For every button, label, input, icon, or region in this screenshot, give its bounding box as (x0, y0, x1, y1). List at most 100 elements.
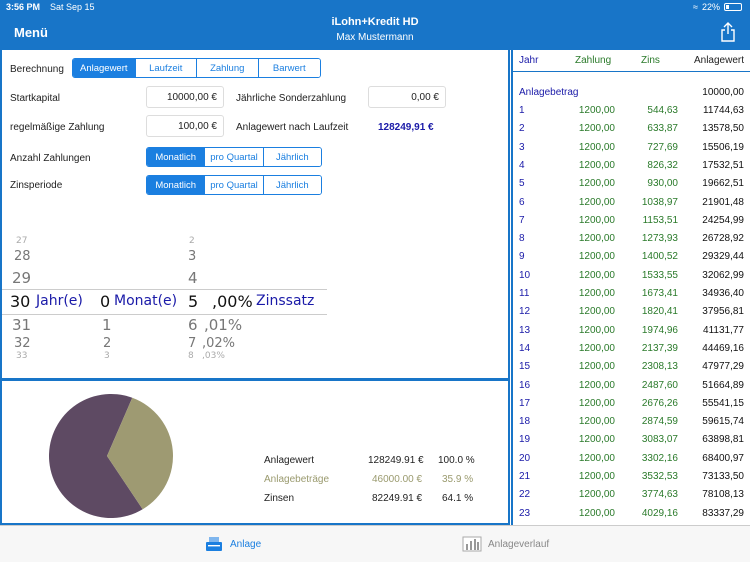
picker-rate-selected: 5 (188, 292, 199, 311)
tab-anlageverlauf[interactable]: Anlageverlauf (462, 536, 549, 552)
cell-anlagewert: 29329,44 (702, 251, 744, 263)
app-title: iLohn+Kredit HD (331, 16, 419, 28)
zinsperiode-quartal[interactable]: pro Quartal (204, 176, 263, 194)
table-row: 2 1200,00 633,87 13578,50 (513, 120, 750, 138)
cell-jahr: 4 (519, 159, 525, 171)
zinsperiode-monatlich[interactable]: Monatlich (147, 176, 205, 194)
left-area: Berechnung Anlagewert Laufzeit Zahlung B… (0, 50, 510, 525)
summary-pct-beitraege: 35.9 % (442, 474, 474, 485)
anzahl-jaehrlich[interactable]: Jährlich (262, 148, 321, 166)
picker-rate: 4 (188, 269, 198, 287)
battery-icon (724, 3, 742, 11)
startkapital-field[interactable]: 10000,00 € (146, 86, 224, 108)
cell-anlagewert: 44469,16 (702, 342, 744, 354)
cell-anlagewert: 15506,19 (702, 141, 744, 153)
cell-anlagewert: 34936,40 (702, 288, 744, 299)
start-value: 10000,00 (702, 87, 744, 98)
segment-laufzeit[interactable]: Laufzeit (134, 59, 196, 77)
picker-rate: 7 (188, 336, 197, 351)
cell-jahr: 11 (519, 288, 530, 299)
zinsperiode-jaehrlich[interactable]: Jährlich (262, 176, 321, 194)
picker-rate: 6 (188, 316, 198, 334)
cell-zins: 3532,53 (641, 471, 678, 482)
cell-anlagewert: 24254,99 (702, 214, 744, 226)
cell-zins: 1974,96 (641, 324, 678, 336)
cell-zins: 2308,13 (641, 361, 678, 373)
input-panel: Berechnung Anlagewert Laufzeit Zahlung B… (0, 50, 510, 380)
header-zins: Zins (641, 55, 660, 66)
cell-zahlung: 1200,00 (578, 507, 615, 519)
picker-rate: 3 (188, 249, 197, 264)
table-row: 8 1200,00 1273,93 26728,92 (513, 230, 750, 248)
cell-zahlung: 1200,00 (578, 324, 615, 336)
cell-anlagewert: 63898,81 (702, 434, 744, 446)
anlagewert-label: Anlagewert nach Laufzeit (236, 122, 349, 133)
table-row: 22 1200,00 3774,63 78108,13 (513, 486, 750, 504)
cell-zahlung: 1200,00 (578, 471, 615, 482)
wifi-icon: ≈ (693, 2, 698, 12)
status-bar: 3:56 PM Sat Sep 15 ≈ 22% (0, 0, 750, 14)
zahlung-field[interactable]: 100,00 € (146, 115, 224, 137)
picker-selection-top (2, 289, 327, 290)
cell-anlagewert: 83337,29 (702, 507, 744, 519)
summary-value-zinsen: 82249.91 € (372, 493, 423, 504)
segment-barwert[interactable]: Barwert (257, 59, 320, 77)
picker-rate: 2 (189, 236, 195, 246)
cell-anlagewert: 41131,77 (703, 324, 744, 336)
cell-zins: 1533,55 (641, 269, 678, 281)
picker-year-unit: Jahr(e) (36, 293, 83, 309)
cell-jahr: 3 (519, 141, 525, 153)
cell-jahr: 5 (519, 178, 525, 190)
tab-anlage[interactable]: Anlage (204, 536, 261, 552)
pie-chart (48, 394, 173, 518)
picker-month: 3 (104, 351, 110, 361)
segment-anlagewert[interactable]: Anlagewert (73, 59, 135, 77)
table-row: 14 1200,00 2137,39 44469,16 (513, 340, 750, 358)
anzahl-monatlich[interactable]: Monatlich (147, 148, 205, 166)
table-row: 10 1200,00 1533,55 32062,99 (513, 267, 750, 285)
table-row-start: Anlagebetrag 10000,00 (513, 84, 750, 102)
table-row: 17 1200,00 2676,26 55541,15 (513, 395, 750, 413)
table-row: 21 1200,00 3532,53 73133,50 (513, 468, 750, 486)
picker-year: 28 (14, 249, 31, 264)
header-zahlung: Zahlung (575, 55, 612, 66)
summary-value-beitraege: 46000.00 € (372, 474, 423, 485)
table-row: 23 1200,00 4029,16 83337,29 (513, 505, 750, 523)
cell-zins: 2676,26 (641, 397, 678, 409)
cell-zins: 826,32 (647, 159, 678, 171)
cell-anlagewert: 68400,97 (702, 452, 744, 464)
cell-anlagewert: 17532,51 (702, 159, 744, 171)
share-icon[interactable] (720, 22, 736, 42)
picker-year: 32 (14, 336, 31, 351)
zahlung-label: regelmäßige Zahlung (10, 122, 105, 133)
table-row: 6 1200,00 1038,97 21901,48 (513, 194, 750, 212)
table-row: 16 1200,00 2487,60 51664,89 (513, 377, 750, 395)
summary-panel: Anlagewert 128249.91 € 100.0 % Anlagebet… (0, 380, 510, 525)
duration-rate-picker[interactable]: 27 28 29 30 Jahr(e) 31 32 33 0 Monat(e) … (2, 236, 332, 366)
cell-jahr: 18 (519, 416, 531, 428)
picker-year: 33 (16, 351, 28, 361)
picker-rate-decimal: ,03% (202, 351, 225, 361)
cell-jahr: 6 (519, 196, 525, 208)
picker-rate-decimal: ,01% (204, 316, 243, 334)
cell-anlagewert: 37956,81 (702, 306, 744, 318)
segment-zahlung[interactable]: Zahlung (196, 59, 258, 77)
picker-rate-decimal: ,02% (202, 336, 236, 351)
cell-jahr: 23 (519, 507, 531, 519)
cash-register-icon (206, 537, 222, 551)
cell-zahlung: 1200,00 (578, 288, 615, 299)
table-row: 3 1200,00 727,69 15506,19 (513, 139, 750, 157)
cell-zahlung: 1200,00 (578, 196, 615, 208)
anzahl-quartal[interactable]: pro Quartal (204, 148, 263, 166)
cell-jahr: 16 (519, 379, 531, 391)
berechnung-label: Berechnung (10, 64, 64, 75)
cell-zahlung: 1200,00 (578, 178, 615, 190)
berechnung-segment: Anlagewert Laufzeit Zahlung Barwert (72, 58, 321, 78)
table-header: Jahr Zahlung Zins Anlagewert (513, 50, 750, 72)
cell-zahlung: 1200,00 (578, 251, 615, 263)
table-row: 13 1200,00 1974,96 41131,77 (513, 322, 750, 340)
sonderzahlung-field[interactable]: 0,00 € (368, 86, 446, 108)
table-row: 1 1200,00 544,63 11744,63 (513, 102, 750, 120)
cell-jahr: 14 (519, 342, 531, 354)
cell-jahr: 15 (519, 361, 531, 373)
